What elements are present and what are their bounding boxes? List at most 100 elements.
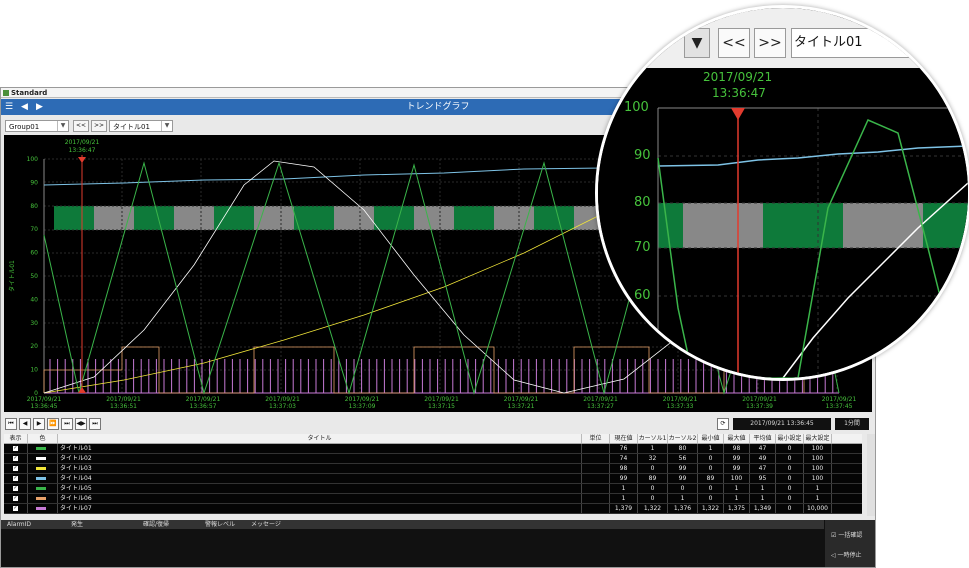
cell-c2: 56	[668, 454, 698, 463]
magnifier-prev-button[interactable]: <<	[718, 28, 750, 58]
color-swatch	[28, 494, 58, 503]
cell-c1: 89	[638, 474, 668, 483]
cursor-date: 2017/09/21	[65, 139, 100, 146]
table-row[interactable]: ✓ タイトル05 1 0 0 0 1 1 0 1	[4, 484, 862, 494]
show-checkbox[interactable]: ✓	[4, 474, 28, 483]
show-checkbox[interactable]: ✓	[4, 484, 28, 493]
interval-display[interactable]: 1分間	[835, 418, 869, 430]
cell-unit	[582, 454, 610, 463]
col-header-max[interactable]: 最大値	[724, 434, 750, 443]
cell-min: 0	[698, 484, 724, 493]
col-header-min[interactable]: 最小値	[698, 434, 724, 443]
title-select[interactable]: タイトル01 ▼	[109, 120, 173, 132]
cell-smin: 0	[776, 454, 804, 463]
cell-cur: 1	[610, 494, 638, 503]
cell-smax: 100	[804, 474, 832, 483]
magnifier-next-button[interactable]: >>	[754, 28, 786, 58]
cell-avg: 1	[750, 494, 776, 503]
cell-cur: 76	[610, 444, 638, 453]
cell-max: 99	[724, 454, 750, 463]
fast-forward-button[interactable]: ⏩	[47, 418, 59, 430]
checkbox-icon[interactable]: ✓	[13, 466, 18, 471]
checkbox-icon[interactable]: ✓	[13, 496, 18, 501]
checkbox-icon[interactable]: ✓	[13, 486, 18, 491]
cell-cur: 98	[610, 464, 638, 473]
check-icon: ☑	[831, 532, 837, 539]
table-row[interactable]: ✓ タイトル03 98 0 99 0 99 47 0 100	[4, 464, 862, 474]
cell-max: 1	[724, 484, 750, 493]
cell-unit	[582, 494, 610, 503]
show-checkbox[interactable]: ✓	[4, 494, 28, 503]
chevron-down-icon: ▼	[57, 121, 68, 131]
next-button[interactable]: >>	[91, 120, 107, 132]
y-tick-labels: 1009080706050403020100	[27, 156, 39, 397]
cell-avg: 1,349	[750, 504, 776, 513]
col-header-show[interactable]: 表示	[4, 434, 28, 443]
magnifier-dropdown-icon[interactable]: ▼	[684, 28, 710, 58]
cell-unit	[582, 504, 610, 513]
table-row[interactable]: ✓ タイトル07 1,379 1,322 1,376 1,322 1,375 1,349 0 10…	[4, 504, 862, 514]
cell-c1: 1	[638, 444, 668, 453]
app-icon	[3, 90, 9, 96]
group-select[interactable]: Group01 ▼	[5, 120, 69, 132]
show-checkbox[interactable]: ✓	[4, 454, 28, 463]
show-checkbox[interactable]: ✓	[4, 464, 28, 473]
cell-unit	[582, 444, 610, 453]
play-button[interactable]: ▶	[33, 418, 45, 430]
color-swatch-icon	[36, 467, 46, 470]
table-body: ✓ タイトル01 76 1 80 1 98 47 0 100 ✓ タイトル02 74 32 56 0 99 49 0…	[4, 444, 862, 514]
table-row[interactable]: ✓ タイトル01 76 1 80 1 98 47 0 100	[4, 444, 862, 454]
col-header-avg[interactable]: 平均値	[750, 434, 776, 443]
refresh-icon[interactable]: ⟳	[717, 418, 729, 430]
table-row[interactable]: ✓ タイトル04 99 89 99 89 100 95 0 100	[4, 474, 862, 484]
col-header-color[interactable]: 色	[28, 434, 58, 443]
magnifier-ytick-60: 60	[634, 288, 651, 303]
col-header-smin[interactable]: 最小設定	[776, 434, 804, 443]
show-checkbox[interactable]: ✓	[4, 444, 28, 453]
table-row[interactable]: ✓ タイトル02 74 32 56 0 99 49 0 100	[4, 454, 862, 464]
col-header-c2[interactable]: カーソル2	[668, 434, 698, 443]
x-tick-date: 2017/09/21	[583, 396, 618, 403]
checkbox-icon[interactable]: ✓	[13, 506, 18, 511]
prev-button[interactable]: <<	[73, 120, 89, 132]
magnifier-title-select[interactable]: タイトル01	[791, 28, 968, 58]
cell-avg: 95	[750, 474, 776, 483]
x-tick-date: 2017/09/21	[822, 396, 857, 403]
cell-cur: 1,379	[610, 504, 638, 513]
y-tick-label: 40	[30, 296, 38, 303]
col-header-c1[interactable]: カーソル1	[638, 434, 668, 443]
col-header-title[interactable]: タイトル	[58, 434, 582, 443]
last-button[interactable]: ⏭	[89, 418, 101, 430]
step-back-button[interactable]: ◀	[19, 418, 31, 430]
cell-max: 98	[724, 444, 750, 453]
checkbox-icon[interactable]: ✓	[13, 456, 18, 461]
col-header-cur[interactable]: 現在値	[610, 434, 638, 443]
cell-max: 99	[724, 464, 750, 473]
cell-smin: 0	[776, 474, 804, 483]
cell-min: 0	[698, 494, 724, 503]
x-tick-time: 13:36:57	[190, 403, 217, 410]
alarm-col-message: メッセージ	[251, 521, 281, 528]
cell-c1: 0	[638, 484, 668, 493]
first-button[interactable]: ⏮	[5, 418, 17, 430]
color-swatch-icon	[36, 447, 46, 450]
cell-c2: 0	[668, 484, 698, 493]
split-button[interactable]: ◀▶	[75, 418, 87, 430]
chevron-down-icon: ▼	[161, 121, 172, 131]
pause-button[interactable]: ◁ 一時停止	[831, 550, 862, 559]
confirm-all-button[interactable]: ☑ 一括確認	[831, 530, 862, 539]
show-checkbox[interactable]: ✓	[4, 504, 28, 513]
cell-smin: 0	[776, 444, 804, 453]
table-row[interactable]: ✓ タイトル06 1 0 1 0 1 1 0 1	[4, 494, 862, 504]
x-tick-date: 2017/09/21	[27, 396, 62, 403]
col-header-unit[interactable]: 単位	[582, 434, 610, 443]
checkbox-icon[interactable]: ✓	[13, 476, 18, 481]
col-header-smax[interactable]: 最大設定	[804, 434, 832, 443]
y-tick-label: 50	[30, 273, 38, 280]
color-swatch-icon	[36, 457, 46, 460]
step-forward-button[interactable]: ⏭	[61, 418, 73, 430]
x-tick-time: 13:37:09	[349, 403, 376, 410]
cell-c2: 1,376	[668, 504, 698, 513]
table-scrollbar[interactable]	[867, 434, 875, 516]
checkbox-icon[interactable]: ✓	[13, 446, 18, 451]
